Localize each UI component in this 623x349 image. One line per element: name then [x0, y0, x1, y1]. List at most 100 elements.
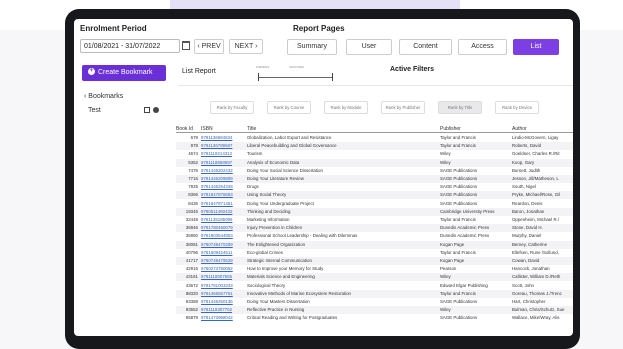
- table-row[interactable]: 93552 9781118307762 Reflective Practice in…: [176, 306, 573, 315]
- isbn-link[interactable]: 9781609424511: [201, 249, 245, 257]
- isbn-link[interactable]: 9780511460432: [201, 208, 245, 216]
- publisher-cell: SAGE Publications: [440, 299, 478, 304]
- table-row[interactable]: 41717 9780749479528 Strategic Internal Com…: [176, 257, 573, 265]
- isbn-link[interactable]: 9780749470289: [201, 241, 245, 249]
- isbn-link[interactable]: 9781446250136: [201, 298, 245, 306]
- enrolment-period-label: Enrolment Period: [80, 24, 147, 33]
- isbn-link[interactable]: 9781135185096: [201, 216, 245, 224]
- bookmark-item[interactable]: Test: [88, 107, 101, 114]
- prev-button[interactable]: ‹ PREV: [194, 39, 224, 54]
- author-cell: Jesson, Jill/Matheson, L: [512, 176, 559, 181]
- table-row[interactable]: 38081 9780749470289 The Enlightened Organi…: [176, 240, 573, 249]
- isbn-link[interactable]: 9781847876683: [201, 191, 245, 199]
- isbn-link[interactable]: 9781118007655: [201, 273, 245, 281]
- isbn-link[interactable]: 9781136684634: [201, 134, 245, 142]
- tab-user[interactable]: User: [346, 39, 392, 55]
- publisher-cell: Pearson: [440, 266, 457, 272]
- rank-by-publisher-button[interactable]: Rank by Publisher: [381, 101, 425, 114]
- table-row[interactable]: 88320 9781466557761 Innovative Methods of …: [176, 289, 573, 298]
- date-slider-end-handle[interactable]: [332, 73, 333, 81]
- table-row[interactable]: 36946 9781780460079 Injury Prevention in C…: [176, 224, 573, 233]
- table-row[interactable]: 978 9781136789687 Liberal Peacebuilding an…: [176, 142, 573, 151]
- isbn-link[interactable]: 9781780460079: [201, 224, 245, 232]
- isbn-link[interactable]: 9781466557761: [201, 290, 245, 298]
- bookmarks-toggle[interactable]: ‹ Bookmarks: [84, 93, 123, 100]
- table-row[interactable]: 43672 9781781003343 Sociological Theory Edw…: [176, 282, 573, 290]
- author-cell: Berney, Catherine: [512, 241, 548, 247]
- table-row[interactable]: 7925 9781446264348 Drugs SAGE Publications S…: [176, 183, 573, 191]
- publisher-cell: Taylor and Francis: [440, 290, 476, 296]
- table-row[interactable]: 8366 9781847876683 Using Social Theory SAGE…: [176, 191, 573, 200]
- isbn-link[interactable]: 9780749479528: [201, 257, 245, 265]
- title-cell: Doing Your Undergraduate Project: [247, 200, 314, 206]
- table-row[interactable]: 40796 9781609424511 Eco-global Crimes Taylo…: [176, 249, 573, 257]
- tab-list[interactable]: List: [513, 39, 559, 55]
- rank-by-course-button[interactable]: Rank by Course: [267, 101, 311, 114]
- table-row[interactable]: 36950 9781903544853 Professional School Le…: [176, 232, 573, 240]
- author-cell: Koop, Gary: [512, 159, 535, 165]
- tab-summary[interactable]: Summary: [287, 39, 337, 55]
- table-row[interactable]: 8436 9781847871451 Doing Your Undergraduat…: [176, 200, 573, 208]
- date-slider-track[interactable]: [259, 77, 333, 78]
- calendar-icon[interactable]: [182, 41, 190, 50]
- book-id-cell: 8436: [188, 200, 198, 206]
- isbn-link[interactable]: 9781118307762: [201, 306, 245, 314]
- table-row[interactable]: 4674 9781118214312 Tourism Wiley Goeldner, C…: [176, 150, 573, 158]
- author-cell: Goreau, Thomas J./Trenc: [512, 290, 562, 296]
- book-id-cell: 43672: [185, 282, 198, 288]
- title-cell: Doing Your Literature Review: [247, 176, 304, 181]
- book-id-cell: 41717: [185, 258, 198, 263]
- isbn-link[interactable]: 9781781003343: [201, 282, 245, 290]
- title-cell: Globalization, Labor Export and Resistan…: [247, 135, 332, 140]
- publisher-cell: Wiley: [440, 307, 451, 313]
- table-row[interactable]: 7716 9781446209899 Doing Your Literature R…: [176, 175, 573, 183]
- title-cell: Using Social Theory: [247, 192, 287, 198]
- table-row[interactable]: 19345 9780511460432 Thinking and Deciding C…: [176, 207, 573, 216]
- delete-icon[interactable]: [153, 107, 159, 113]
- isbn-link[interactable]: 9781446264348: [201, 183, 245, 191]
- table-row[interactable]: 678 9781136684634 Globalization, Labor Exp…: [176, 134, 573, 142]
- publisher-cell: SAGE Publications: [440, 200, 478, 206]
- table-row[interactable]: 43161 9781118007655 Materials Science and …: [176, 273, 573, 282]
- date-range-field[interactable]: 01/08/2021 - 31/07/2022: [80, 39, 180, 53]
- rank-by-module-button[interactable]: Rank by Module: [324, 101, 368, 114]
- title-cell: Materials Science and Engineering: [247, 274, 315, 280]
- plus-icon: +: [88, 67, 95, 75]
- author-cell: Wallace, Mike/Wray, Alis: [512, 315, 560, 321]
- isbn-link[interactable]: 9781903544853: [201, 232, 245, 240]
- isbn-link[interactable]: 9780273750062: [201, 265, 245, 273]
- isbn-link[interactable]: 9781118658697: [201, 159, 245, 167]
- table-row[interactable]: 32448 9781135185096 Marketing Information T…: [176, 216, 573, 224]
- table-row[interactable]: 7475 9781446202432 Doing Your Social Scien…: [176, 167, 573, 175]
- author-cell: Lindio-McGovern, Ligay: [512, 135, 559, 140]
- date-slider-start-handle[interactable]: [258, 73, 259, 81]
- isbn-link[interactable]: 9781446209899: [201, 175, 245, 183]
- create-bookmark-button[interactable]: + Create Bookmark: [82, 65, 166, 81]
- book-id-cell: 5352: [188, 159, 198, 165]
- book-id-cell: 32448: [185, 217, 198, 222]
- create-bookmark-label: Create Bookmark: [98, 69, 153, 76]
- isbn-link[interactable]: 9781118214312: [201, 150, 245, 158]
- next-button[interactable]: NEXT ›: [229, 39, 263, 54]
- isbn-link[interactable]: 9781847871451: [201, 200, 245, 208]
- rank-by-faculty-button[interactable]: Rank by Faculty: [210, 101, 254, 114]
- table-row[interactable]: 5352 9781118658697 Analysis of Economic Da…: [176, 158, 573, 167]
- tab-content[interactable]: Content: [399, 39, 452, 55]
- table-row[interactable]: 42916 9780273750062 How to Improve your Me…: [176, 265, 573, 273]
- publisher-cell: Wiley: [440, 274, 451, 280]
- publisher-cell: SAGE Publications: [440, 315, 478, 321]
- isbn-link[interactable]: 9781446202432: [201, 167, 245, 175]
- publisher-cell: Taylor and Francis: [440, 143, 476, 149]
- table-row[interactable]: 93388 9781446250136 Doing Your Masters Dis…: [176, 298, 573, 306]
- tab-access[interactable]: Access: [458, 39, 507, 55]
- title-cell: Marketing Information: [247, 217, 290, 222]
- title-cell: Innovative Methods of Marine Ecosystem R…: [247, 290, 351, 296]
- title-cell: Liberal Peacebuilding and Global Governa…: [247, 143, 337, 149]
- publisher-cell: Dunedin Academic Press: [440, 233, 490, 239]
- edit-icon[interactable]: [144, 107, 150, 113]
- rank-by-device-button[interactable]: Rank by Device: [495, 101, 539, 114]
- isbn-link[interactable]: 9781473968042: [201, 314, 245, 322]
- rank-by-title-button[interactable]: Rank by Title: [438, 101, 482, 114]
- isbn-link[interactable]: 9781136789687: [201, 142, 245, 150]
- table-row[interactable]: 95879 9781473968042 Critical Reading and W…: [176, 314, 573, 322]
